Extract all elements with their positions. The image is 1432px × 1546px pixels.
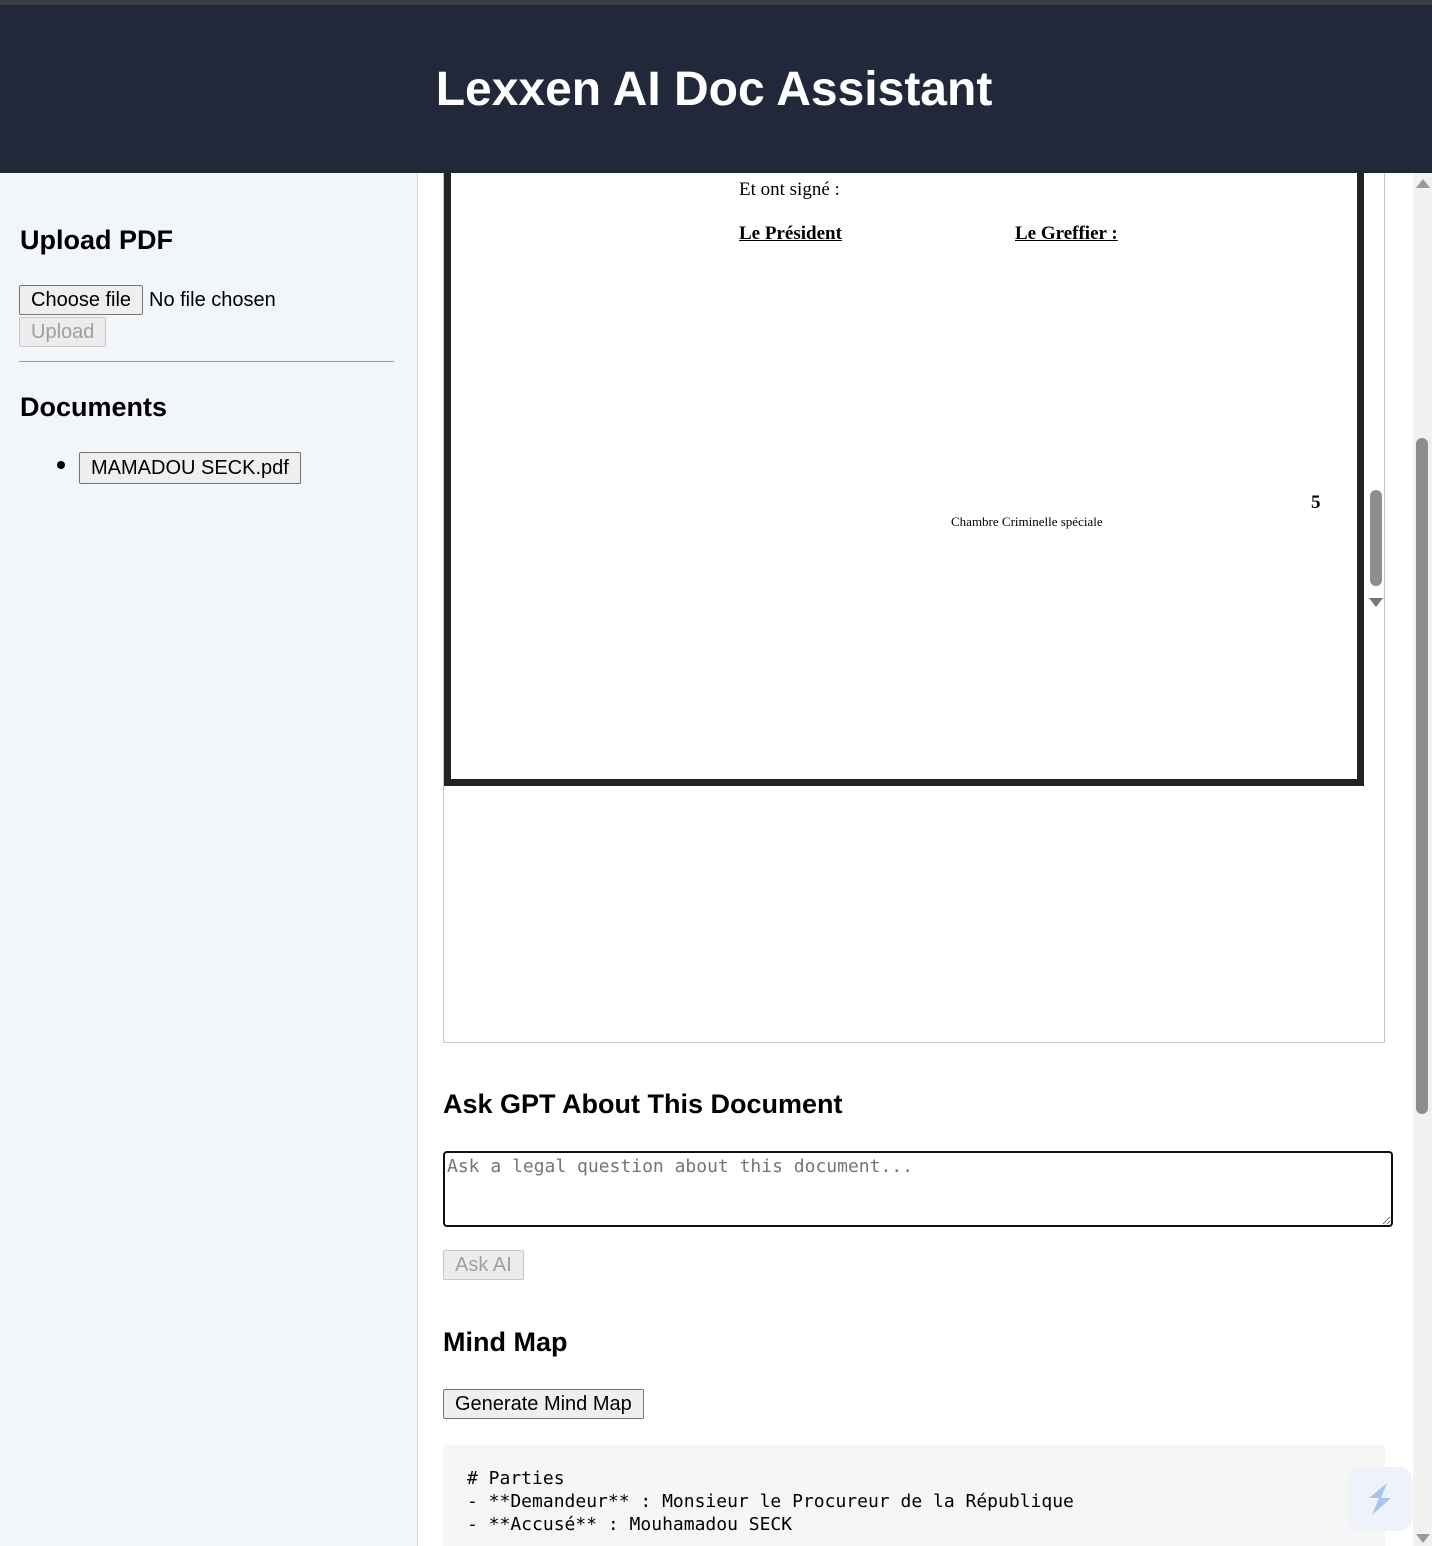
mind-map-line: - **Demandeur** : Monsieur le Procureur … (467, 1491, 1074, 1512)
assistant-launcher-button[interactable] (1348, 1467, 1412, 1531)
choose-file-button[interactable]: Choose file (19, 285, 144, 315)
main-content: Et ont signé : Le Président Le Greffier … (419, 173, 1413, 1546)
page-scrollbar-thumb[interactable] (1416, 438, 1428, 1114)
document-item-button[interactable]: MAMADOU SECK.pdf (79, 452, 301, 484)
sidebar-divider (19, 361, 394, 362)
pdf-page: Et ont signé : Le Président Le Greffier … (444, 173, 1364, 786)
scroll-down-icon[interactable] (1416, 1534, 1430, 1543)
ask-ai-button[interactable]: Ask AI (443, 1250, 524, 1280)
sidebar: Upload PDF Choose file No file chosen Up… (0, 173, 418, 1546)
president-label: Le Président (739, 223, 842, 244)
mind-map-line: # Parties (467, 1468, 565, 1489)
question-input[interactable] (443, 1151, 1393, 1227)
lightning-icon (1369, 1483, 1391, 1515)
viewer-scrollbar-thumb[interactable] (1370, 490, 1382, 586)
greffier-label: Le Greffier : (1015, 223, 1118, 244)
page-footer: Chambre Criminelle spéciale (951, 514, 1103, 529)
ask-heading: Ask GPT About This Document (443, 1089, 843, 1119)
mind-map-output: # Parties - **Demandeur** : Monsieur le … (443, 1445, 1385, 1546)
signed-line: Et ont signé : (739, 179, 840, 200)
documents-heading: Documents (20, 392, 168, 422)
app-title: Lexxen AI Doc Assistant (435, 62, 993, 116)
file-status-text: No file chosen (149, 289, 276, 311)
scroll-up-icon[interactable] (1416, 179, 1430, 188)
page-number: 5 (1311, 492, 1321, 513)
mind-map-heading: Mind Map (443, 1327, 568, 1357)
generate-mind-map-button[interactable]: Generate Mind Map (443, 1389, 644, 1419)
list-bullet (57, 461, 65, 469)
upload-heading: Upload PDF (20, 225, 173, 255)
page-scrollbar[interactable] (1413, 173, 1432, 1546)
pdf-viewer[interactable]: Et ont signé : Le Président Le Greffier … (443, 173, 1385, 1043)
upload-button[interactable]: Upload (19, 317, 107, 347)
viewer-scroll-down-icon[interactable] (1369, 598, 1383, 607)
app-header: Lexxen AI Doc Assistant (0, 5, 1432, 173)
mind-map-line: - **Accusé** : Mouhamadou SECK (467, 1514, 793, 1535)
